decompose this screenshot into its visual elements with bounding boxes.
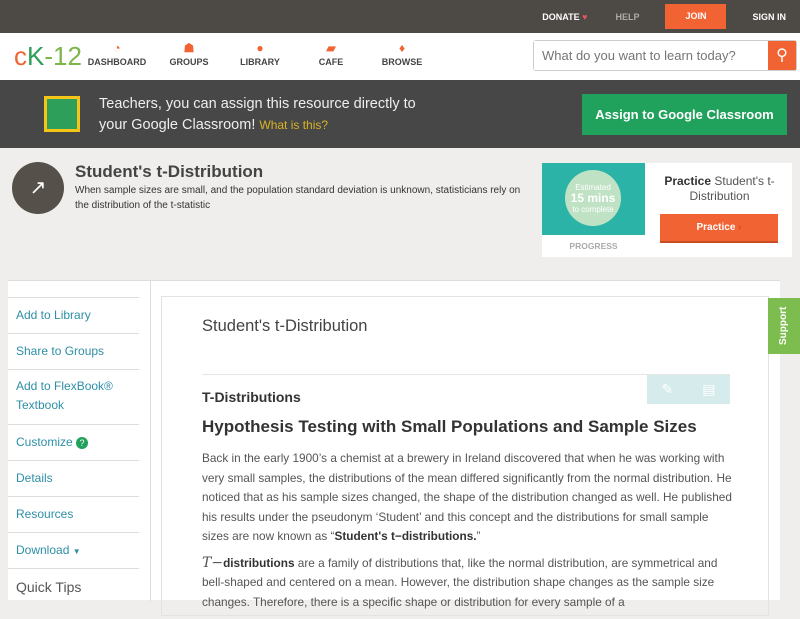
divider [150, 281, 151, 601]
what-is-this-link[interactable]: What is this? [259, 118, 328, 132]
donate-link[interactable]: DONATE ♥ [528, 12, 601, 22]
add-to-library-link[interactable]: Add to Library [8, 297, 139, 333]
nav-groups[interactable]: ☗ GROUPS [154, 41, 224, 67]
concept-header: ↗ Student's t-Distribution When sample s… [0, 148, 800, 278]
progress-label: PROGRESS [569, 241, 618, 251]
main-content: Add to Library Share to Groups Add to Fl… [8, 280, 780, 616]
section-subtitle: T-Distributions [202, 389, 301, 405]
annotation-tools: ✎ ▤ [647, 375, 730, 404]
assign-to-google-classroom-button[interactable]: Assign to Google Classroom [582, 94, 787, 135]
quick-tips-heading: Quick Tips [8, 568, 139, 604]
nav-cafe[interactable]: ▰ CAFE [296, 41, 366, 67]
chevron-right-icon: › [738, 222, 742, 233]
caret-down-icon: ▼ [72, 547, 81, 556]
concept-description: When sample sizes are small, and the pop… [75, 185, 521, 211]
google-classroom-icon [44, 96, 80, 132]
main-nav: cK-12 ◔ DASHBOARD ☗ GROUPS ● LIBRARY ▰ CAFE … [0, 33, 800, 80]
sign-in-link[interactable]: SIGN IN [738, 12, 800, 22]
banner-text: Teachers, you can assign this resource d… [99, 96, 416, 133]
search-button[interactable]: ⚲ [768, 41, 796, 70]
download-link[interactable]: Download ▼ [8, 532, 139, 568]
chart-trend-icon: ↗ [12, 162, 64, 214]
resources-link[interactable]: Resources [8, 496, 139, 532]
section-heading: Hypothesis Testing with Small Population… [202, 417, 697, 436]
nav-browse[interactable]: ♦ BROWSE [367, 41, 437, 67]
help-link[interactable]: HELP [601, 12, 653, 22]
cafe-icon: ▰ [326, 41, 336, 55]
practice-button[interactable]: Practice › [660, 214, 778, 243]
practice-title: Practice Student's t-Distribution [664, 174, 775, 203]
paragraph: Back in the early 1900’s a chemist at a … [202, 451, 732, 543]
pencil-icon[interactable]: ✎ [662, 381, 674, 398]
groups-icon: ☗ [183, 41, 195, 55]
donate-label: DONATE [542, 11, 580, 22]
practice-card: Estimated 15 mins to complete PROGRESS Pra… [542, 163, 792, 257]
heart-icon: ♥ [582, 11, 588, 22]
help-icon[interactable]: ? [76, 437, 89, 449]
search-input[interactable] [534, 41, 768, 70]
article-body: Back in the early 1900’s a chemist at a … [202, 449, 732, 619]
google-classroom-banner: Teachers, you can assign this resource d… [0, 80, 800, 148]
nav-library[interactable]: ● LIBRARY [225, 41, 295, 67]
nav-dashboard[interactable]: ◔ DASHBOARD [82, 41, 152, 67]
notes-icon[interactable]: ▤ [702, 381, 715, 398]
browse-icon: ♦ [398, 41, 406, 55]
top-bar: DONATE ♥ HELP JOIN SIGN IN [0, 0, 800, 33]
concept-title: Student's t-Distribution [75, 162, 264, 181]
support-tab[interactable]: Support [768, 298, 800, 354]
content-card: Student's t-Distribution ✎ ▤ T-Distributi… [161, 296, 769, 616]
library-icon: ● [256, 41, 264, 55]
sidebar: Add to Library Share to Groups Add to Fl… [8, 297, 139, 604]
details-link[interactable]: Details [8, 460, 139, 496]
join-button[interactable]: JOIN [665, 4, 727, 29]
content-title: Student's t-Distribution [202, 317, 368, 335]
ck12-logo[interactable]: cK-12 [14, 41, 82, 72]
dashboard-icon: ◔ [113, 41, 121, 55]
search-icon: ⚲ [776, 47, 788, 64]
share-to-groups-link[interactable]: Share to Groups [8, 333, 139, 369]
paragraph: T−distributions are a family of distribu… [202, 554, 718, 609]
search-box: ⚲ [533, 40, 797, 71]
customize-link[interactable]: Customize ? [8, 424, 139, 460]
practice-image: Estimated 15 mins to complete [542, 163, 645, 235]
add-to-flexbook-link[interactable]: Add to FlexBook® Textbook [8, 369, 139, 424]
